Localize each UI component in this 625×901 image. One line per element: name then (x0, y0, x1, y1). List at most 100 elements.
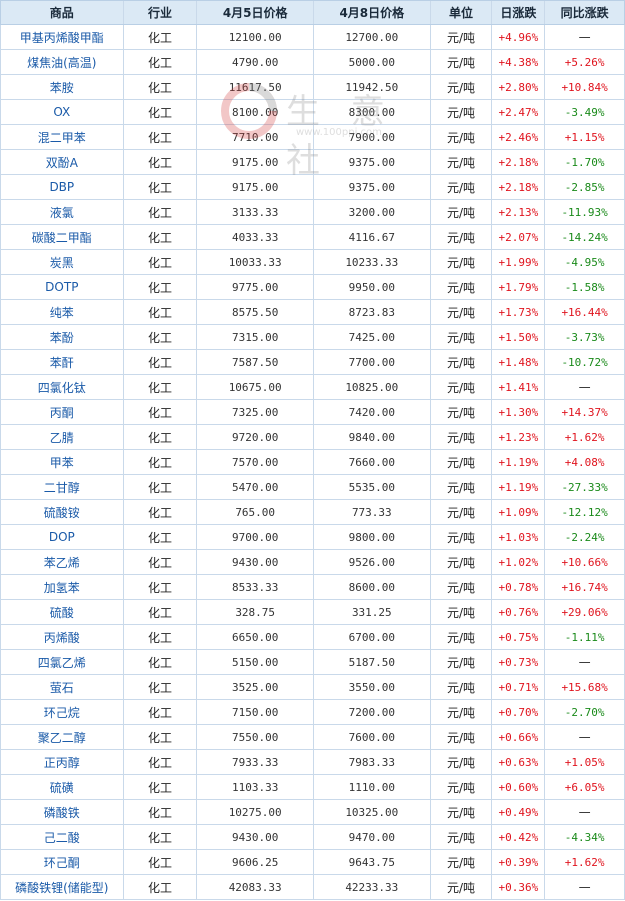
product-name[interactable]: 苯乙烯 (1, 550, 124, 574)
price-apr5: 10275.00 (197, 800, 314, 824)
price-apr5: 7550.00 (197, 725, 314, 749)
industry: 化工 (124, 100, 198, 124)
product-name[interactable]: 碳酸二甲酯 (1, 225, 124, 249)
product-name[interactable]: 混二甲苯 (1, 125, 124, 149)
unit: 元/吨 (431, 225, 493, 249)
product-name[interactable]: 萤石 (1, 675, 124, 699)
industry: 化工 (124, 25, 198, 49)
product-name[interactable]: 聚乙二醇 (1, 725, 124, 749)
product-name[interactable]: 甲基丙烯酸甲酯 (1, 25, 124, 49)
product-name[interactable]: DOP (1, 525, 124, 549)
product-name[interactable]: 磷酸铁 (1, 800, 124, 824)
yoy-change: -4.34% (564, 830, 605, 844)
price-apr5: 328.75 (197, 600, 314, 624)
price-apr5: 8533.33 (197, 575, 314, 599)
product-name[interactable]: 己二酸 (1, 825, 124, 849)
product-name[interactable]: 四氯化钛 (1, 375, 124, 399)
industry: 化工 (124, 475, 198, 499)
price-apr8: 11942.50 (314, 75, 431, 99)
price-apr8: 12700.00 (314, 25, 431, 49)
unit: 元/吨 (431, 325, 493, 349)
header-price-apr8: 4月8日价格 (314, 1, 431, 24)
price-apr5: 10033.33 (197, 250, 314, 274)
price-apr8: 8723.83 (314, 300, 431, 324)
industry: 化工 (124, 325, 198, 349)
industry: 化工 (124, 600, 198, 624)
industry: 化工 (124, 150, 198, 174)
unit: 元/吨 (431, 275, 493, 299)
industry: 化工 (124, 350, 198, 374)
price-apr5: 10675.00 (197, 375, 314, 399)
product-name[interactable]: 环己酮 (1, 850, 124, 874)
price-apr8: 331.25 (314, 600, 431, 624)
unit: 元/吨 (431, 625, 493, 649)
price-apr5: 4790.00 (197, 50, 314, 74)
table-row: 甲苯 化工 7570.00 7660.00 元/吨 +1.19% +4.08% (0, 450, 625, 475)
price-apr8: 773.33 (314, 500, 431, 524)
product-name[interactable]: 苯酐 (1, 350, 124, 374)
price-apr8: 7600.00 (314, 725, 431, 749)
table-row: 四氯乙烯 化工 5150.00 5187.50 元/吨 +0.73% — (0, 650, 625, 675)
industry: 化工 (124, 850, 198, 874)
product-name[interactable]: DBP (1, 175, 124, 199)
price-apr5: 6650.00 (197, 625, 314, 649)
price-apr5: 9700.00 (197, 525, 314, 549)
price-apr8: 5187.50 (314, 650, 431, 674)
product-name[interactable]: 丙酮 (1, 400, 124, 424)
industry: 化工 (124, 450, 198, 474)
price-apr5: 9175.00 (197, 150, 314, 174)
yoy-change: — (578, 380, 591, 394)
table-row: 二甘醇 化工 5470.00 5535.00 元/吨 +1.19% -27.33% (0, 475, 625, 500)
unit: 元/吨 (431, 725, 493, 749)
product-name[interactable]: 乙腈 (1, 425, 124, 449)
price-apr5: 8100.00 (197, 100, 314, 124)
table-row: 混二甲苯 化工 7710.00 7900.00 元/吨 +2.46% +1.15% (0, 125, 625, 150)
product-name[interactable]: 加氢苯 (1, 575, 124, 599)
product-name[interactable]: 磷酸铁锂(储能型) (1, 875, 124, 899)
price-apr5: 9430.00 (197, 550, 314, 574)
table-body: 甲基丙烯酸甲酯 化工 12100.00 12700.00 元/吨 +4.96% — 煤焦油(高… (0, 25, 625, 900)
product-name[interactable]: 环己烷 (1, 700, 124, 724)
daily-change: +0.63% (492, 750, 546, 774)
product-name[interactable]: 丙烯酸 (1, 625, 124, 649)
price-apr5: 5470.00 (197, 475, 314, 499)
product-name[interactable]: 炭黑 (1, 250, 124, 274)
product-name[interactable]: 硫酸铵 (1, 500, 124, 524)
unit: 元/吨 (431, 250, 493, 274)
industry: 化工 (124, 75, 198, 99)
price-apr8: 9375.00 (314, 150, 431, 174)
yoy-change: — (578, 30, 591, 44)
product-name[interactable]: DOTP (1, 275, 124, 299)
product-name[interactable]: 正丙醇 (1, 750, 124, 774)
product-name[interactable]: 甲苯 (1, 450, 124, 474)
product-name[interactable]: 硫酸 (1, 600, 124, 624)
header-industry: 行业 (124, 1, 198, 24)
price-apr8: 7900.00 (314, 125, 431, 149)
industry: 化工 (124, 300, 198, 324)
price-apr8: 7425.00 (314, 325, 431, 349)
yoy-change: +16.74% (561, 580, 608, 594)
product-name[interactable]: 纯苯 (1, 300, 124, 324)
product-name[interactable]: 液氯 (1, 200, 124, 224)
unit: 元/吨 (431, 175, 493, 199)
price-apr8: 5535.00 (314, 475, 431, 499)
daily-change: +1.09% (492, 500, 546, 524)
product-name[interactable]: 硫磺 (1, 775, 124, 799)
price-apr8: 9526.00 (314, 550, 431, 574)
product-name[interactable]: 四氯乙烯 (1, 650, 124, 674)
price-apr5: 9606.25 (197, 850, 314, 874)
daily-change: +2.46% (492, 125, 546, 149)
product-name[interactable]: 苯胺 (1, 75, 124, 99)
product-name[interactable]: 煤焦油(高温) (1, 50, 124, 74)
unit: 元/吨 (431, 750, 493, 774)
product-name[interactable]: 苯酚 (1, 325, 124, 349)
daily-change: +2.13% (492, 200, 546, 224)
daily-change: +1.19% (492, 475, 546, 499)
table-row: 丙酮 化工 7325.00 7420.00 元/吨 +1.30% +14.37% (0, 400, 625, 425)
industry: 化工 (124, 700, 198, 724)
yoy-change: +10.84% (561, 80, 608, 94)
product-name[interactable]: OX (1, 100, 124, 124)
product-name[interactable]: 双酚A (1, 150, 124, 174)
product-name[interactable]: 二甘醇 (1, 475, 124, 499)
yoy-change: -3.73% (564, 330, 605, 344)
